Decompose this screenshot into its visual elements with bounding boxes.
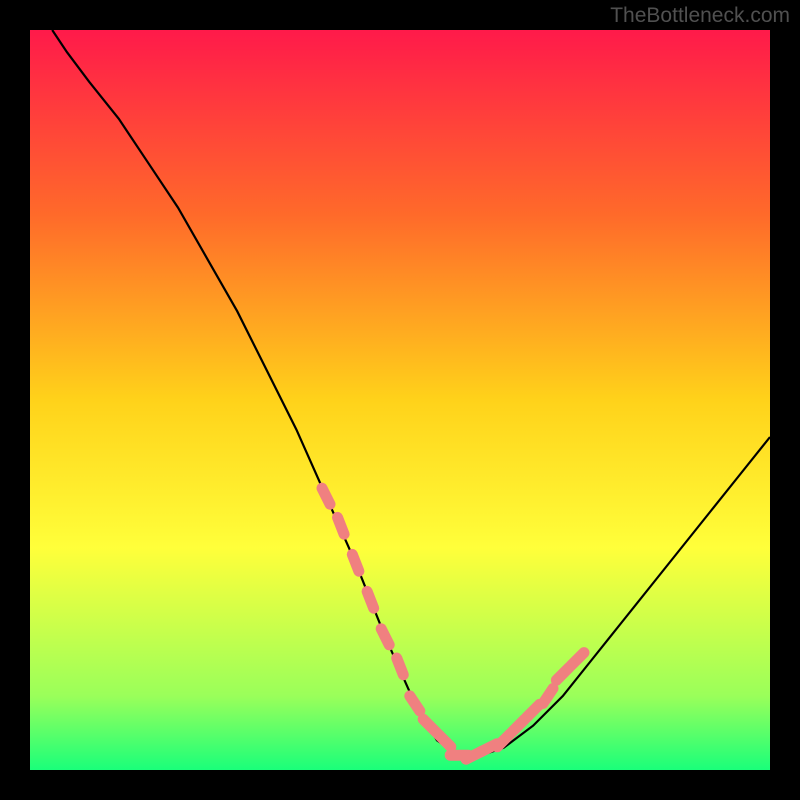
marker-segment: [322, 488, 330, 504]
watermark-text: TheBottleneck.com: [610, 4, 790, 28]
marker-segment: [397, 658, 404, 675]
chart-svg: [30, 30, 770, 770]
plot-area: [30, 30, 770, 770]
marker-segment: [367, 591, 374, 608]
marker-segment: [338, 517, 345, 534]
marker-segment: [352, 554, 359, 571]
marker-segment: [381, 629, 389, 645]
